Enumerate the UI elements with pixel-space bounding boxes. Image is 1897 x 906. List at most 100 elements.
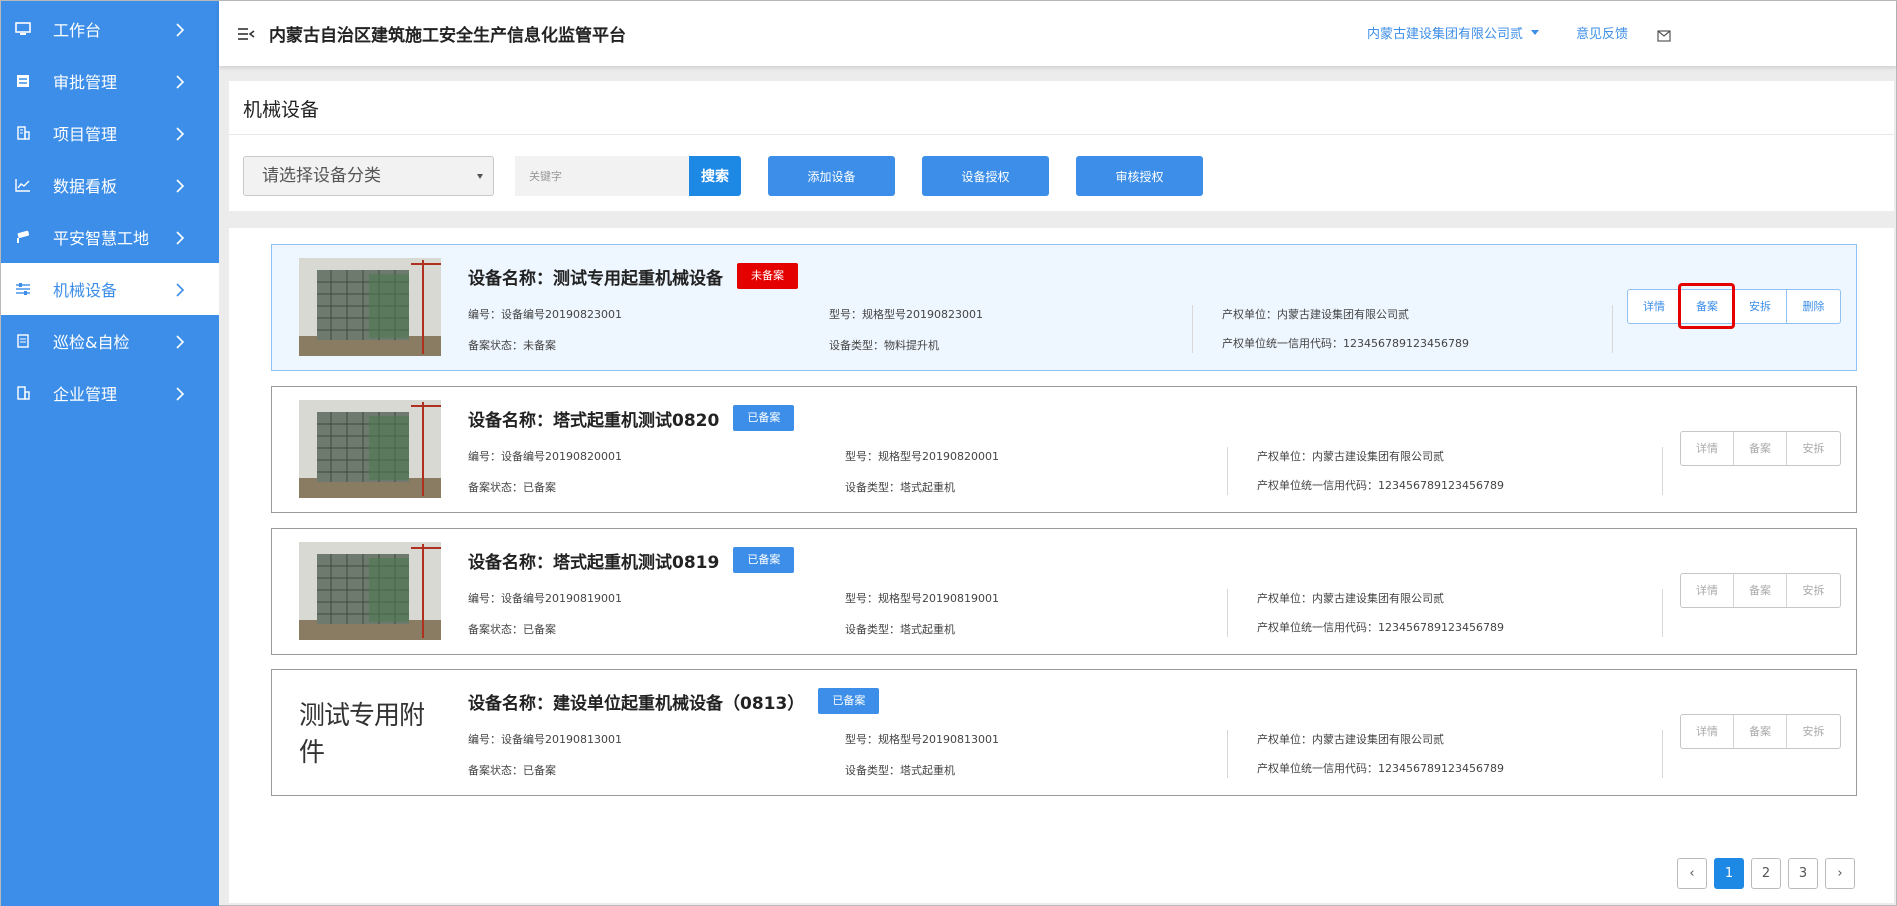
clipboard-icon [15, 334, 31, 348]
mail-icon[interactable] [1657, 27, 1671, 42]
detail-button[interactable]: 详情 [1628, 290, 1681, 323]
chevron-right-icon [173, 126, 187, 141]
dismantle-button[interactable]: 安拆 [1787, 715, 1840, 748]
model-value: 规格型号20190823001 [862, 308, 983, 321]
device-owner: 产权单位：内蒙古建设集团有限公司贰 [1257, 731, 1444, 747]
sidebar-item-enterprise[interactable]: 企业管理 [1, 367, 219, 419]
device-auth-button[interactable]: 设备授权 [922, 156, 1049, 196]
divider [1662, 730, 1663, 778]
record-button[interactable]: 备案 [1734, 715, 1787, 748]
status-badge: 已备案 [818, 688, 880, 714]
owner-value: 内蒙古建设集团有限公司贰 [1312, 450, 1444, 463]
credit-value: 123456789123456789 [1378, 479, 1504, 492]
record-button[interactable]: 备案 [1734, 432, 1787, 465]
camera-icon [15, 230, 31, 244]
page-button-3[interactable]: 3 [1788, 858, 1818, 889]
category-select-value: 请选择设备分类 [262, 166, 381, 186]
credit-label: 产权单位统一信用代码： [1257, 479, 1378, 492]
device-owner: 产权单位：内蒙古建设集团有限公司贰 [1222, 306, 1409, 322]
code-value: 设备编号20190823001 [501, 308, 622, 321]
delete-button[interactable]: 删除 [1787, 290, 1840, 323]
device-owner: 产权单位：内蒙古建设集团有限公司贰 [1257, 590, 1444, 606]
sidebar-item-label: 工作台 [53, 21, 102, 40]
page-button-2[interactable]: 2 [1751, 858, 1781, 889]
owner-label: 产权单位： [1257, 592, 1312, 605]
device-name: 塔式起重机测试0819 [553, 552, 720, 573]
device-model: 型号：规格型号20190820001 [845, 448, 999, 464]
model-label: 型号： [845, 450, 878, 463]
chevron-right-icon [173, 334, 187, 349]
detail-button[interactable]: 详情 [1681, 432, 1734, 465]
model-label: 型号： [845, 592, 878, 605]
device-card: 设备名称： 塔式起重机测试0820 已备案 编号：设备编号20190820001… [271, 386, 1857, 513]
divider [1227, 730, 1228, 778]
code-value: 设备编号20190819001 [501, 592, 622, 605]
page-button-1[interactable]: 1 [1714, 858, 1744, 889]
company-dropdown[interactable]: 内蒙古建设集团有限公司贰 [1367, 23, 1540, 42]
action-button-group: 详情 备案 安拆 [1680, 573, 1841, 608]
feedback-link[interactable]: 意见反馈 [1576, 23, 1628, 42]
device-title: 设备名称： 建设单位起重机械设备（0813） 已备案 [468, 688, 880, 714]
type-label: 设备类型： [845, 481, 900, 494]
credit-value: 123456789123456789 [1378, 621, 1504, 634]
sidebar-item-machinery[interactable]: 机械设备 [1, 263, 219, 315]
divider [1227, 447, 1228, 495]
model-label: 型号： [829, 308, 862, 321]
app-title: 内蒙古自治区建筑施工安全生产信息化监管平台 [269, 26, 626, 46]
owner-label: 产权单位： [1222, 308, 1277, 321]
device-photo [299, 258, 441, 356]
credit-label: 产权单位统一信用代码： [1222, 337, 1343, 350]
status-label: 备案状态： [468, 623, 523, 636]
record-button[interactable]: 备案 [1734, 574, 1787, 607]
device-code: 编号：设备编号20190813001 [468, 731, 622, 747]
search-button[interactable]: 搜索 [689, 156, 741, 196]
monitor-icon [15, 22, 31, 36]
device-status: 备案状态：已备案 [468, 621, 556, 637]
dismantle-button[interactable]: 安拆 [1787, 432, 1840, 465]
dismantle-button[interactable]: 安拆 [1734, 290, 1787, 323]
code-label: 编号： [468, 450, 501, 463]
detail-button[interactable]: 详情 [1681, 574, 1734, 607]
status-value: 已备案 [523, 623, 556, 636]
device-card: 设备名称： 塔式起重机测试0819 已备案 编号：设备编号20190819001… [271, 528, 1857, 655]
keyword-input[interactable] [515, 156, 689, 196]
chevron-right-icon [173, 230, 187, 245]
owner-label: 产权单位： [1257, 733, 1312, 746]
device-name: 塔式起重机测试0820 [553, 410, 720, 431]
approval-icon [15, 74, 31, 88]
credit-label: 产权单位统一信用代码： [1257, 621, 1378, 634]
review-auth-button[interactable]: 审核授权 [1076, 156, 1203, 196]
type-label: 设备类型： [845, 623, 900, 636]
device-name-label: 设备名称： [468, 693, 553, 714]
sidebar-item-smart-site[interactable]: 平安智慧工地 [1, 211, 219, 263]
device-card: 设备名称： 测试专用起重机械设备 未备案 编号：设备编号20190823001 … [271, 244, 1857, 371]
sidebar-item-projects[interactable]: 项目管理 [1, 107, 219, 159]
next-page-button[interactable]: › [1825, 858, 1855, 889]
device-credit-code: 产权单位统一信用代码：123456789123456789 [1257, 477, 1504, 493]
model-value: 规格型号20190820001 [878, 450, 999, 463]
detail-button[interactable]: 详情 [1681, 715, 1734, 748]
dismantle-button[interactable]: 安拆 [1787, 574, 1840, 607]
sidebar-item-label: 企业管理 [53, 385, 118, 404]
sidebar-item-label: 审批管理 [53, 73, 118, 92]
prev-page-button[interactable]: ‹ [1677, 858, 1707, 889]
code-label: 编号： [468, 592, 501, 605]
sidebar-item-dashboard[interactable]: 数据看板 [1, 159, 219, 211]
menu-toggle-icon[interactable] [237, 26, 255, 42]
sidebar-item-label: 机械设备 [53, 281, 118, 300]
device-model: 型号：规格型号20190813001 [845, 731, 999, 747]
model-value: 规格型号20190819001 [878, 592, 999, 605]
sidebar-item-workbench[interactable]: 工作台 [1, 3, 219, 55]
sidebar-item-approval[interactable]: 审批管理 [1, 55, 219, 107]
device-title: 设备名称： 塔式起重机测试0820 已备案 [468, 405, 795, 431]
add-device-button[interactable]: 添加设备 [768, 156, 895, 196]
device-name: 建设单位起重机械设备（0813） [553, 693, 805, 714]
divider [1612, 305, 1613, 353]
device-name-label: 设备名称： [468, 410, 553, 431]
model-value: 规格型号20190813001 [878, 733, 999, 746]
device-title: 设备名称： 塔式起重机测试0819 已备案 [468, 547, 795, 573]
category-select[interactable]: 请选择设备分类 [243, 156, 494, 196]
device-list-panel: 设备名称： 测试专用起重机械设备 未备案 编号：设备编号20190823001 … [229, 228, 1894, 903]
type-value: 塔式起重机 [900, 481, 955, 494]
sidebar-item-inspection[interactable]: 巡检&自检 [1, 315, 219, 367]
